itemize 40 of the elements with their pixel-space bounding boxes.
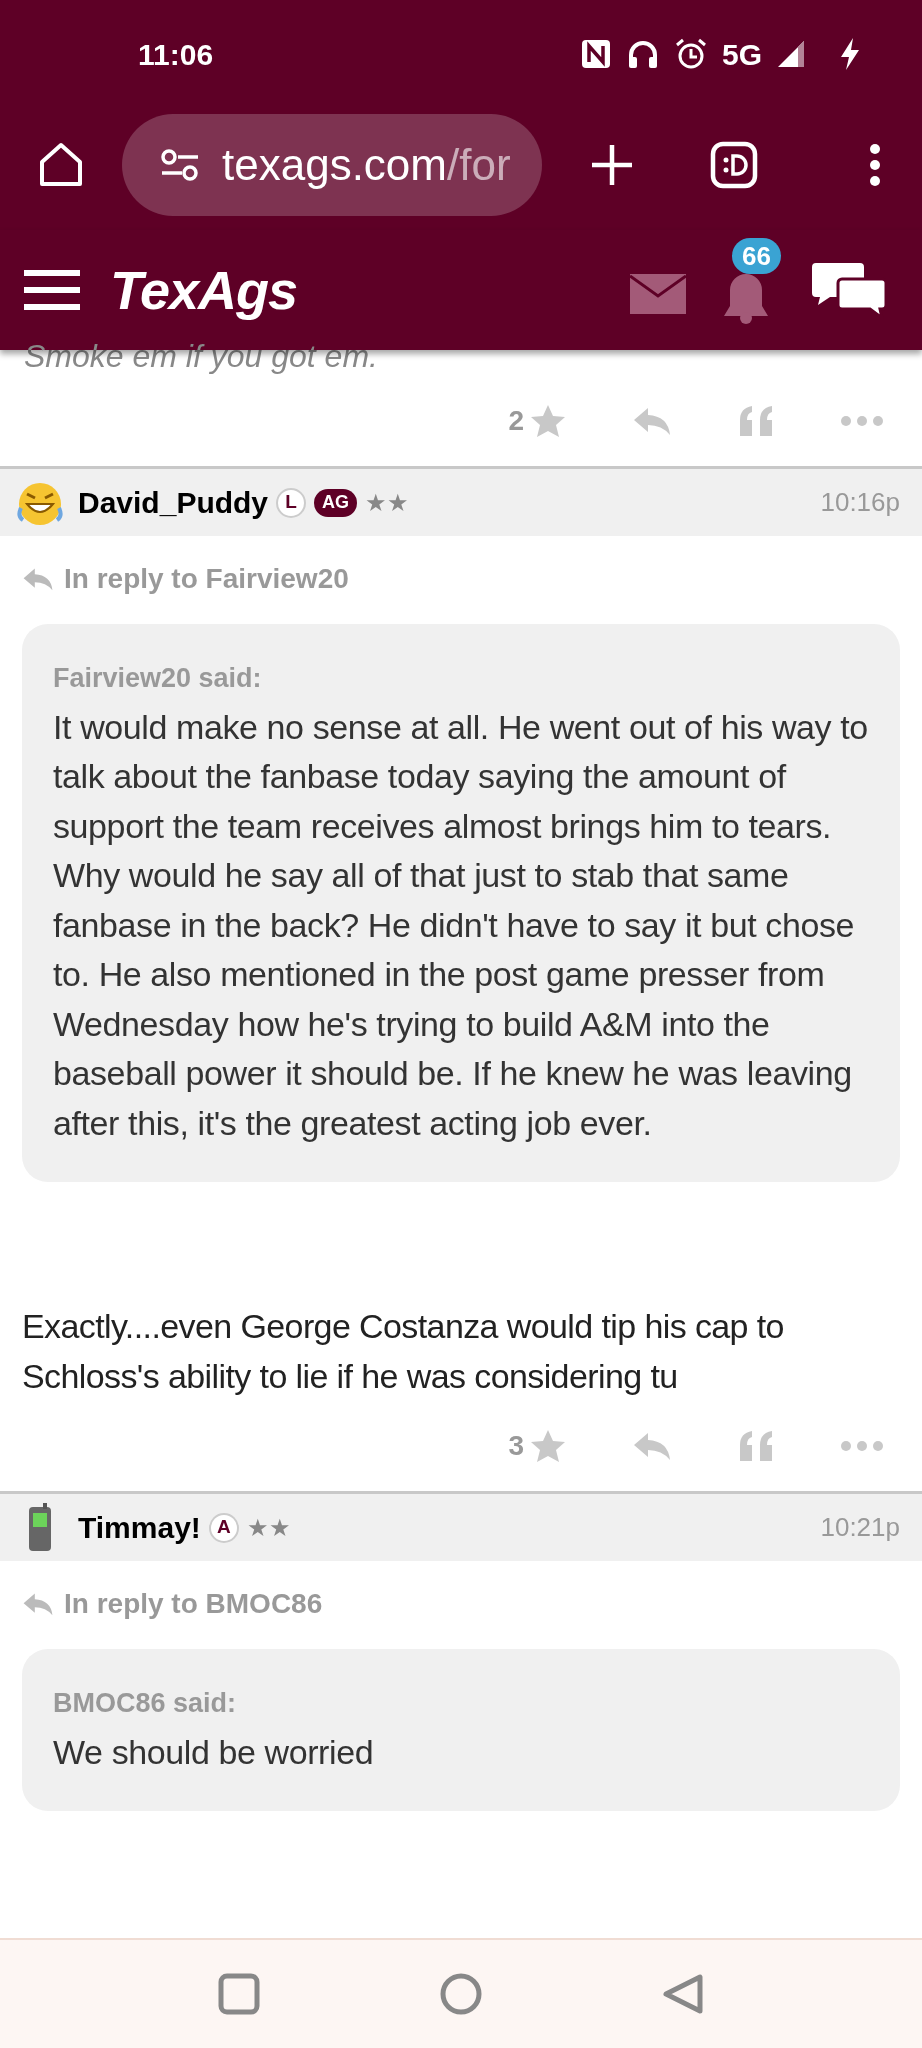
username[interactable]: Timmay! (78, 1505, 201, 1550)
user-badge: A (208, 1512, 239, 1543)
reply-icon[interactable] (632, 1431, 672, 1461)
reply-arrow-icon (22, 567, 54, 591)
network-type: 5G (721, 36, 762, 73)
quote-author: BMOC86 said: (53, 1687, 238, 1720)
site-logo[interactable]: TexAgs (110, 249, 298, 331)
recents-button[interactable] (218, 1973, 260, 2015)
address-bar[interactable]: texags.com/for (122, 114, 542, 216)
more-menu-icon[interactable] (868, 143, 882, 187)
user-rank-stars: ★★ (246, 1512, 291, 1543)
home-button[interactable] (440, 1973, 482, 2015)
notification-count: 66 (732, 238, 781, 274)
username[interactable]: David_Puddy (78, 480, 269, 525)
charging-icon (838, 37, 862, 71)
post-time: 10:21p (820, 1511, 900, 1544)
url-text: texags.com/for (222, 139, 511, 191)
site-settings-icon[interactable] (160, 148, 200, 182)
post-time: 10:16p (820, 486, 900, 519)
new-tab-icon[interactable] (590, 143, 634, 187)
back-button[interactable] (662, 1973, 704, 2015)
user-badge: L (276, 487, 307, 518)
post-body: Exactly....even George Costanza would tip his cap to Schloss's ability to lie if he was considering tu (21, 1306, 785, 1397)
more-options-icon[interactable] (840, 1440, 884, 1452)
more-options-icon[interactable] (840, 415, 884, 427)
mail-icon[interactable] (630, 274, 686, 314)
quote-icon[interactable] (738, 1429, 774, 1463)
quote-icon[interactable] (738, 404, 774, 438)
menu-icon[interactable] (24, 269, 80, 311)
tab-switcher-icon[interactable] (710, 141, 758, 189)
user-badge: AG (314, 488, 358, 517)
reply-arrow-icon (22, 1592, 54, 1616)
alarm-icon (673, 37, 708, 71)
quote-text: It would make no sense at all. He went out of his way to talk about the fanbase today saying the amount of support the team receives almost brings him to tears. Why would he say all of that just to stab that same fanbase in the back? He didn't have to say it but chose to. He also mentioned in the post game presser from Wednesday how he's trying to build A&M into the baseball power it should be. If he knew he was leaving after this, it's the greatest acting job ever. (53, 706, 869, 1144)
user-rank-stars: ★★ (365, 487, 410, 518)
quote-text: We should be worried (53, 1731, 375, 1773)
nfc-icon (579, 38, 612, 70)
reply-icon[interactable] (632, 406, 672, 436)
status-time: 11:06 (138, 36, 214, 73)
quote-author: Fairview20 said: (53, 662, 263, 695)
